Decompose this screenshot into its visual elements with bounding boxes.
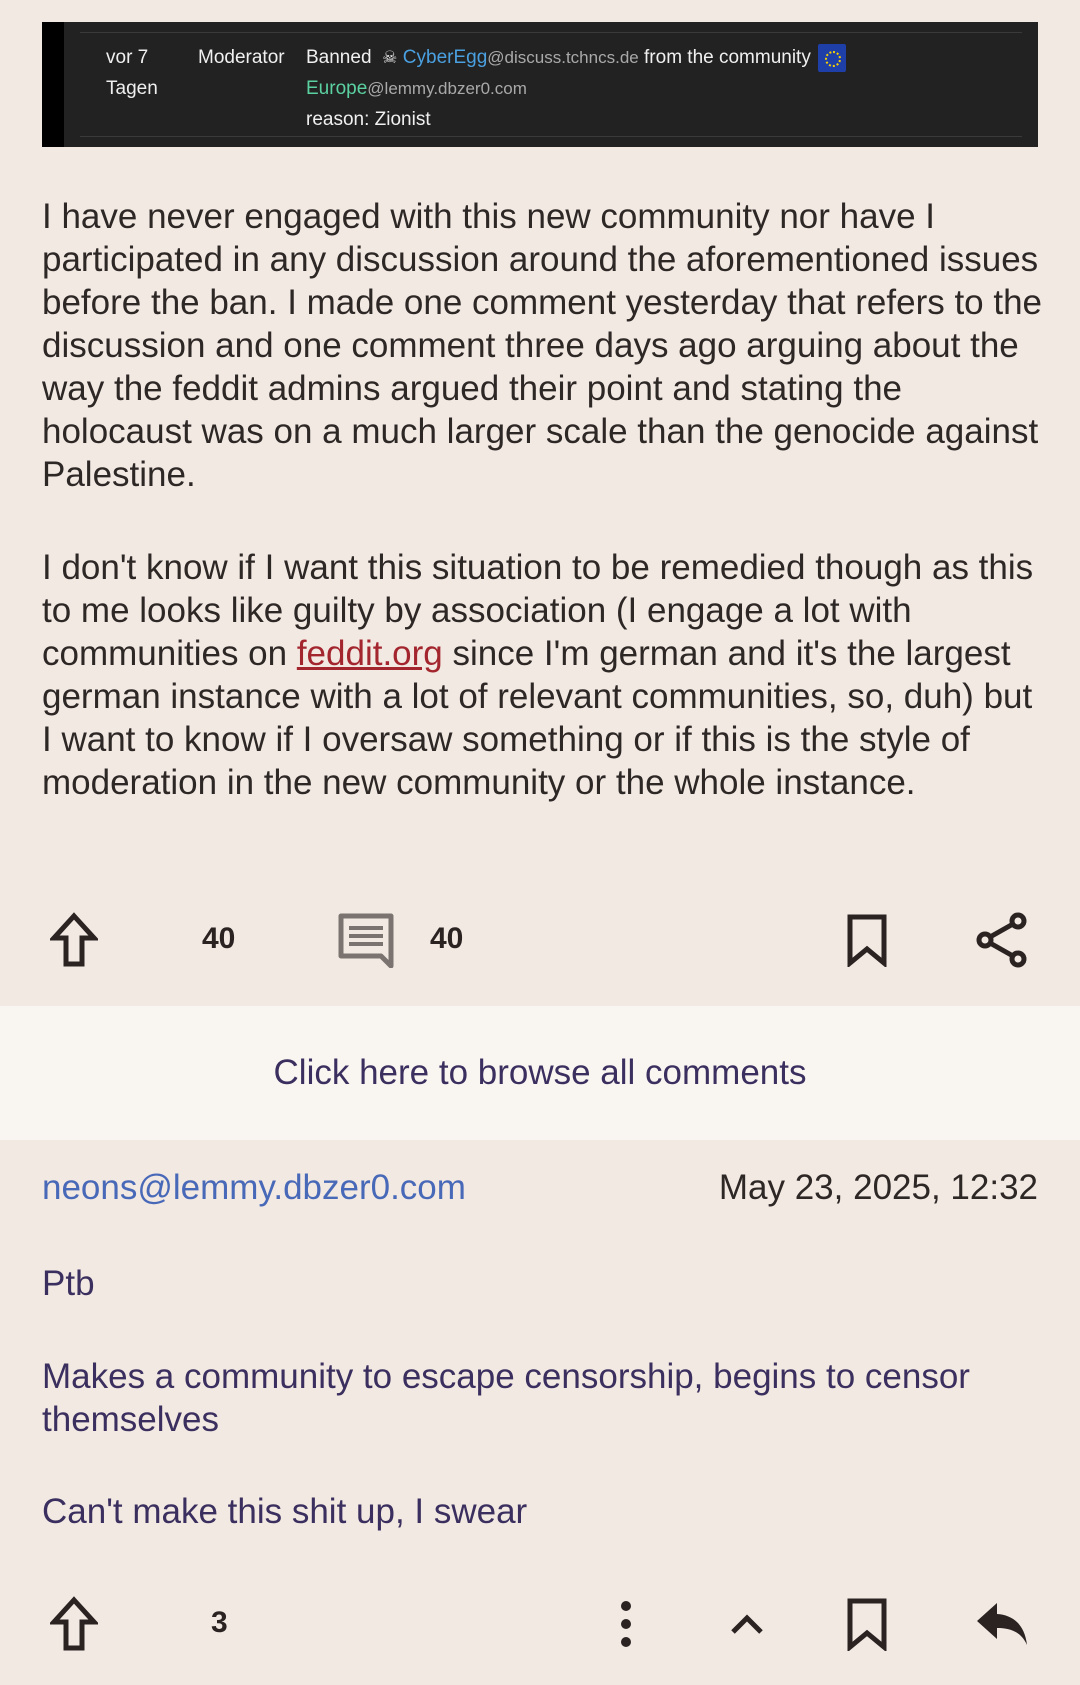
post-paragraph: I don't know if I want this situation to… <box>42 546 1042 804</box>
modlog-from-text: from the community <box>644 47 811 68</box>
reply-icon <box>977 1603 1027 1645</box>
upvote-arrow-icon <box>50 912 98 967</box>
browse-all-comments-button[interactable]: Click here to browse all comments <box>0 1006 1080 1140</box>
comment-line: Ptb <box>42 1264 95 1303</box>
comment-upvote-count: 3 <box>211 1606 228 1639</box>
comment-action-bar: 3 <box>0 1584 1080 1664</box>
upvote-button[interactable] <box>46 910 102 970</box>
modlog-user-instance: @discuss.tchncs.de <box>487 48 639 67</box>
bookmark-icon <box>847 1598 887 1651</box>
share-button[interactable] <box>974 910 1030 970</box>
modlog-time: vor 7 Tagen <box>106 47 158 99</box>
upvote-arrow-icon <box>50 1596 98 1651</box>
comment-line: Makes a community to escape censorship, … <box>42 1357 970 1439</box>
reply-button[interactable] <box>972 1594 1032 1654</box>
comment-bubble-icon <box>338 913 394 968</box>
modlog-reason: reason: Zionist <box>306 109 431 130</box>
bookmark-icon <box>847 914 887 967</box>
modlog-screenshot: vor 7 Tagen Moderator Banned ☠ CyberEgg@d… <box>42 22 1038 147</box>
skull-icon: ☠ <box>382 48 398 67</box>
modlog-action: Banned <box>306 47 372 68</box>
save-post-button[interactable] <box>842 910 892 970</box>
comment-date: May 23, 2025, 12:32 <box>718 1168 1038 1207</box>
modlog-divider <box>80 136 1022 137</box>
post-upvote-count: 40 <box>202 922 236 955</box>
save-comment-button[interactable] <box>842 1594 892 1654</box>
chevron-up-icon <box>731 1614 763 1634</box>
comment-upvote-button[interactable] <box>46 1594 102 1654</box>
modlog-community-instance: @lemmy.dbzer0.com <box>367 79 527 98</box>
comment-more-button[interactable] <box>610 1594 642 1654</box>
eu-flag-icon <box>818 43 847 72</box>
post-action-bar: 40 40 <box>0 900 1080 980</box>
comments-button[interactable] <box>336 910 396 970</box>
comment-line: Can't make this shit up, I swear <box>42 1492 528 1531</box>
modlog-role: Moderator <box>198 47 285 68</box>
modlog-divider <box>80 32 1022 33</box>
share-icon <box>976 912 1027 968</box>
feddit-link[interactable]: feddit.org <box>297 634 443 673</box>
collapse-comment-button[interactable] <box>722 1594 772 1654</box>
post-paragraph: I have never engaged with this new commu… <box>42 197 1043 494</box>
post-comment-count: 40 <box>430 922 464 955</box>
modlog-description: Banned ☠ CyberEgg@discuss.tchncs.de from … <box>306 42 1026 135</box>
more-vertical-icon <box>621 1601 631 1647</box>
modlog-user: CyberEgg <box>402 47 488 68</box>
browse-all-comments-label: Click here to browse all comments <box>273 1053 807 1092</box>
modlog-community: Europe <box>306 78 368 99</box>
comment-author-link[interactable]: neons@lemmy.dbzer0.com <box>42 1168 466 1208</box>
